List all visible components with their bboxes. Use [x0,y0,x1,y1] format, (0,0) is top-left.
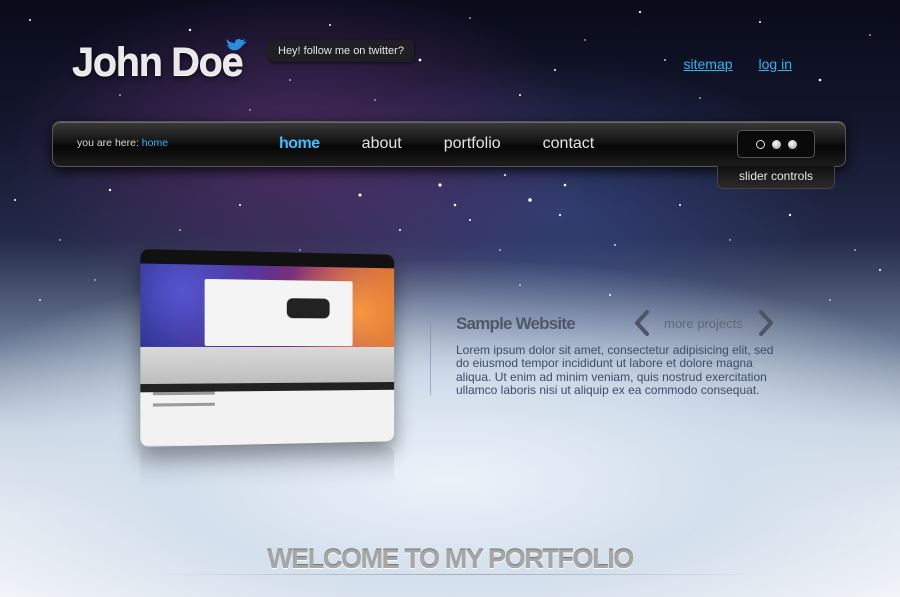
breadcrumb-prefix: you are here: [77,137,139,149]
top-links: sitemap log in [684,56,793,72]
nav-menu: home about portfolio contact [279,132,636,156]
breadcrumb-current[interactable]: home [142,137,168,149]
slider-controls-label: slider controls [717,166,835,189]
main-nav-bar: you are here: home home about portfolio … [52,121,846,167]
showcase-divider [430,323,431,395]
nav-item-home[interactable]: home [279,132,320,156]
chevron-right-icon[interactable] [758,310,774,336]
chevron-left-icon[interactable] [634,310,650,336]
mockup-band [140,346,395,385]
slider-dot-3[interactable] [787,139,797,149]
mockup-footer-area [140,389,395,447]
mockup-header-bar [140,249,395,269]
nav-item-contact[interactable]: contact [543,132,595,156]
project-title: Sample Website [456,314,576,333]
mockup-hero [140,249,395,348]
nav-item-portfolio[interactable]: portfolio [444,132,501,156]
more-projects-link[interactable]: more projects [664,316,743,331]
mockup-content-box [204,278,353,347]
slider-dot-controls [737,130,815,158]
site-logo[interactable]: John Doe [72,40,244,85]
mockup-text-line [152,391,215,396]
twitter-follow-bubble[interactable]: Hey! follow me on twitter? [262,40,414,62]
mockup-text-line [152,402,215,407]
sitemap-link[interactable]: sitemap [684,56,733,72]
slider-dot-2[interactable] [771,139,781,149]
mockup-speech-bubble [286,298,330,319]
breadcrumb: you are here: home [77,137,168,149]
screenshot-reflection [140,445,395,487]
welcome-heading: WELCOME TO MY PORTFOLIO [267,544,634,574]
login-link[interactable]: log in [759,56,792,72]
nav-item-about[interactable]: about [362,132,402,156]
project-description: Lorem ipsum dolor sit amet, consectetur … [456,343,774,398]
welcome-divider [140,574,780,575]
twitter-bird-icon[interactable] [226,38,248,56]
project-screenshot[interactable] [140,249,395,447]
slider-dot-1[interactable] [755,139,765,149]
